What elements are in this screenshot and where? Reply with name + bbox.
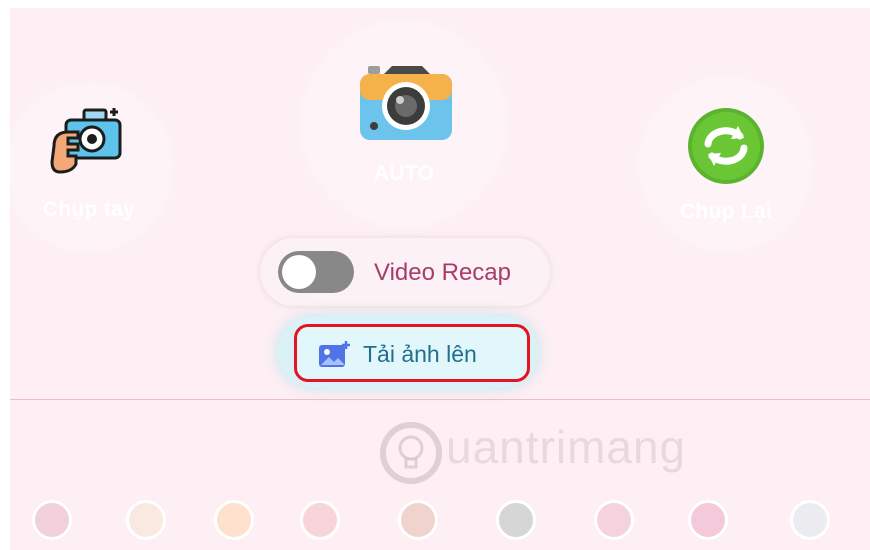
switch-knob [282, 255, 316, 289]
video-recap-label: Video Recap [374, 259, 511, 286]
divider [10, 399, 870, 400]
color-swatch[interactable] [496, 500, 536, 540]
mode-retake-button[interactable]: Chụp Lại [644, 82, 808, 246]
color-swatch[interactable] [688, 500, 728, 540]
upload-photo-label: Tải ảnh lên [363, 341, 477, 367]
mode-auto-button[interactable]: AUTO [306, 26, 502, 222]
video-recap-switch[interactable] [278, 251, 354, 293]
hand-camera-icon [50, 108, 122, 174]
camera-icon [360, 66, 452, 140]
image-upload-icon [319, 341, 350, 367]
mode-auto-label: AUTO [373, 162, 435, 185]
watermark-text: uantrimang [446, 421, 687, 473]
refresh-icon [688, 108, 764, 184]
color-swatch[interactable] [300, 500, 340, 540]
mode-manual-label: Chụp tay [42, 198, 136, 221]
lightbulb-icon [380, 422, 442, 484]
video-recap-toggle-row: Video Recap [260, 238, 550, 306]
color-swatch[interactable] [790, 500, 830, 540]
color-swatch[interactable] [126, 500, 166, 540]
mode-manual-button[interactable]: Chụp tay [10, 88, 168, 246]
upload-photo-button[interactable]: Tải ảnh lên [294, 324, 530, 382]
color-swatch[interactable] [32, 500, 72, 540]
color-swatch[interactable] [594, 500, 634, 540]
watermark-logo: uantrimang [376, 412, 716, 492]
mode-retake-label: Chụp Lại [679, 200, 773, 223]
color-swatch[interactable] [398, 500, 438, 540]
color-swatch[interactable] [214, 500, 254, 540]
